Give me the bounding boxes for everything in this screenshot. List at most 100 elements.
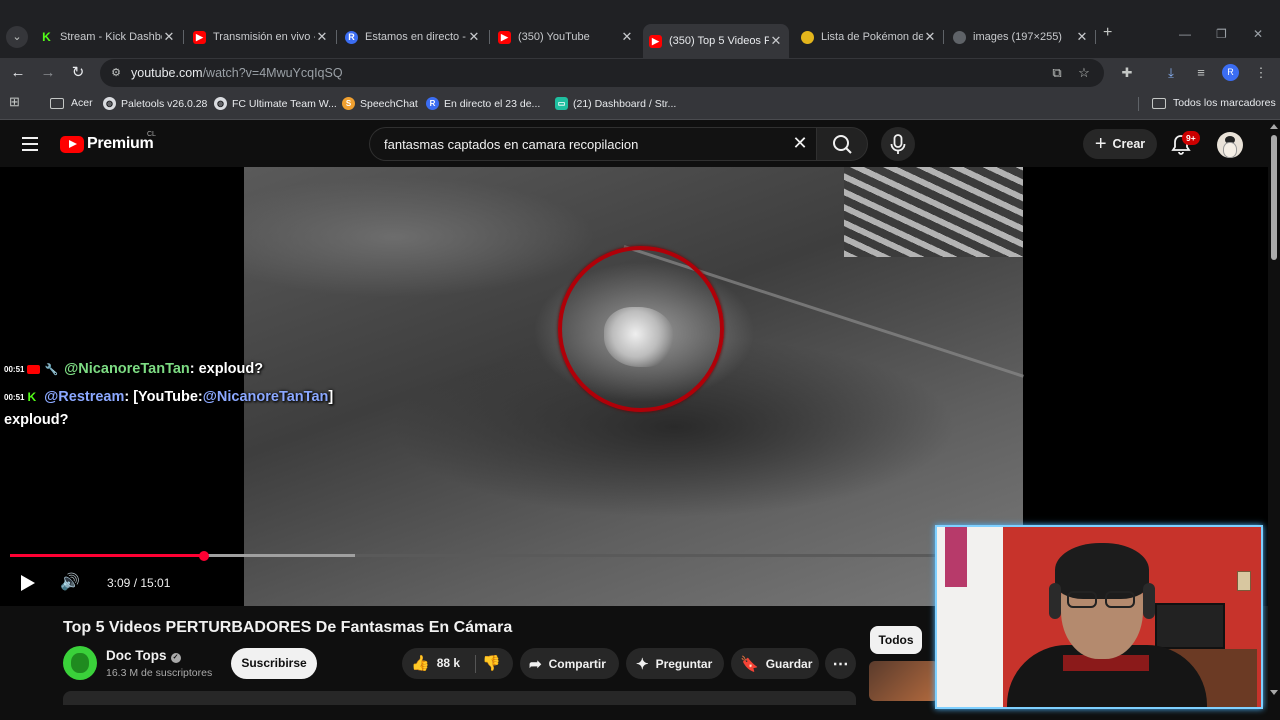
- like-button[interactable]: 👍 88 k: [411, 654, 460, 672]
- new-tab-icon[interactable]: +: [1103, 24, 1112, 42]
- webcam-wall-picture: [1237, 571, 1251, 591]
- close-tab-icon[interactable]: ✕: [162, 29, 176, 45]
- more-actions-icon[interactable]: ⋯: [825, 648, 856, 679]
- close-tab-icon[interactable]: ✕: [923, 29, 937, 45]
- back-icon[interactable]: ←: [7, 62, 29, 84]
- extensions-icon[interactable]: ✚: [1118, 64, 1136, 82]
- tab-pokemon-list[interactable]: Lista de Pokémon de ✕: [801, 26, 937, 48]
- bookmark-paletools[interactable]: ◍ Paletools v26.0.28: [103, 97, 207, 110]
- country-code: CL: [147, 131, 156, 138]
- apps-grid-icon[interactable]: ⊞: [9, 94, 20, 110]
- search-button[interactable]: [816, 127, 868, 161]
- reload-icon[interactable]: ↻: [67, 62, 89, 84]
- scroll-up-arrow-icon[interactable]: [1270, 124, 1278, 129]
- webcam-overlay: [935, 525, 1263, 709]
- hamburger-menu-icon[interactable]: [22, 137, 38, 151]
- bookmark-speechchat[interactable]: S SpeechChat: [342, 97, 418, 110]
- subscriber-count: 16.3 M de suscriptores: [106, 667, 213, 679]
- subscribe-button[interactable]: Suscribirse: [231, 648, 317, 679]
- url-text: youtube.com/watch?v=4MwuYcqIqSQ: [131, 66, 343, 80]
- search-input[interactable]: fantasmas captados en camara recopilacio…: [369, 127, 817, 161]
- tab-kick-dashboard[interactable]: K Stream - Kick Dashboard ✕: [40, 26, 176, 48]
- bookmarks-separator: [1138, 97, 1139, 111]
- voice-search-button[interactable]: [881, 127, 915, 161]
- channel-avatar[interactable]: [63, 646, 97, 680]
- restore-icon[interactable]: ❐: [1216, 27, 1227, 41]
- folder-icon: [50, 97, 64, 109]
- channel-name-text: Doc Tops: [106, 648, 167, 663]
- dislike-button[interactable]: 👎: [482, 654, 508, 672]
- search-icon: [833, 135, 852, 154]
- microphone-icon: [890, 134, 906, 154]
- tab-current-video[interactable]: ▶ (350) Top 5 Videos PERTURBADORES ✕: [643, 24, 789, 58]
- bookmark-star-icon[interactable]: ☆: [1075, 64, 1093, 82]
- volume-icon[interactable]: 🔊: [60, 574, 80, 592]
- progress-scrubber-handle[interactable]: [199, 551, 210, 561]
- create-label: Crear: [1112, 137, 1146, 151]
- search-query-text: fantasmas captados en camara recopilacio…: [384, 137, 639, 152]
- menu-kebab-icon[interactable]: ⋮: [1252, 64, 1270, 82]
- close-tab-icon[interactable]: ✕: [315, 29, 329, 45]
- youtube-logo-icon[interactable]: [60, 136, 84, 153]
- bookmark-acer[interactable]: Acer: [50, 97, 93, 109]
- play-icon[interactable]: [19, 574, 37, 592]
- dashboard-icon: ▭: [555, 97, 568, 110]
- save-label: Guardar: [765, 656, 813, 671]
- account-avatar[interactable]: [1217, 132, 1243, 158]
- site-info-icon[interactable]: ⚙: [107, 64, 125, 82]
- chat-username: @NicanoreTanTan: [64, 361, 190, 377]
- forward-icon[interactable]: →: [37, 62, 59, 84]
- close-tab-icon[interactable]: ✕: [769, 33, 783, 49]
- bookmark-dashboard[interactable]: ▭ (21) Dashboard / Str...: [555, 97, 676, 110]
- description-box[interactable]: [63, 691, 856, 705]
- close-window-icon[interactable]: ✕: [1253, 27, 1263, 41]
- tab-image[interactable]: images (197×255) ✕: [953, 26, 1089, 48]
- scroll-down-arrow-icon[interactable]: [1270, 690, 1278, 695]
- tab-search-icon[interactable]: ⌄: [6, 26, 28, 48]
- recommended-video-thumbnail[interactable]: [869, 661, 939, 701]
- channel-name[interactable]: Doc Tops ✓: [106, 648, 181, 663]
- ask-button[interactable]: ✦ Preguntar: [626, 648, 724, 679]
- kick-icon: K: [42, 29, 51, 44]
- bookmark-restream-live[interactable]: R En directo el 23 de...: [426, 97, 540, 110]
- share-arrow-icon: ➦: [529, 655, 542, 673]
- scroll-thumb[interactable]: [1271, 135, 1277, 260]
- pokemon-icon: [801, 30, 814, 44]
- create-button[interactable]: + Crear: [1083, 129, 1157, 159]
- address-bar[interactable]: ⚙ youtube.com/watch?v=4MwuYcqIqSQ ⧉ ☆: [100, 59, 1104, 87]
- media-controls-icon[interactable]: ≡: [1192, 64, 1210, 82]
- bookmark-fc-ultimate-team[interactable]: ◍ FC Ultimate Team W...: [214, 97, 337, 110]
- youtube-premium-wordmark[interactable]: Premium: [87, 135, 154, 153]
- tab-youtube-home[interactable]: ▶ (350) YouTube ✕: [498, 26, 634, 48]
- like-dislike-group: 👍 88 k 👎: [402, 648, 513, 679]
- tab-restream[interactable]: R Estamos en directo - Restream ✕: [345, 26, 481, 48]
- chat-text: : exploud?: [189, 361, 264, 377]
- close-tab-icon[interactable]: ✕: [467, 29, 481, 45]
- tab-title: images (197×255): [973, 31, 1062, 43]
- webcam-headset: [1049, 583, 1061, 619]
- youtube-platform-icon: [27, 364, 41, 374]
- url-path: /watch?v=4MwuYcqIqSQ: [202, 66, 343, 80]
- youtube-icon: ▶: [193, 30, 206, 44]
- save-button[interactable]: 🔖 Guardar: [731, 648, 819, 679]
- filter-chip-all[interactable]: Todos: [870, 626, 922, 654]
- share-button[interactable]: ➦ Compartir: [520, 648, 619, 679]
- profile-avatar-icon[interactable]: R: [1222, 64, 1239, 81]
- page-scrollbar[interactable]: [1268, 121, 1280, 720]
- close-tab-icon[interactable]: ✕: [620, 29, 634, 45]
- globe-icon: [953, 30, 966, 44]
- bookmark-label: Paletools v26.0.28: [121, 97, 208, 110]
- restream-icon: R: [426, 97, 439, 110]
- tab-youtube-live[interactable]: ▶ Transmisión en vivo - YouTube ✕: [193, 26, 329, 48]
- clear-search-icon[interactable]: ✕: [789, 133, 811, 154]
- webcam-glasses: [1067, 591, 1139, 609]
- minimize-icon[interactable]: —: [1179, 27, 1191, 41]
- install-app-icon[interactable]: ⧉: [1048, 64, 1066, 82]
- close-tab-icon[interactable]: ✕: [1075, 29, 1089, 45]
- sparkle-icon: ✦: [636, 655, 649, 673]
- all-bookmarks[interactable]: Todos los marcadores: [1152, 97, 1276, 109]
- tab-title: Transmisión en vivo - YouTube: [213, 31, 315, 43]
- plus-icon: +: [1094, 133, 1107, 155]
- like-separator: [475, 655, 476, 673]
- download-icon[interactable]: ⤓: [1162, 64, 1180, 82]
